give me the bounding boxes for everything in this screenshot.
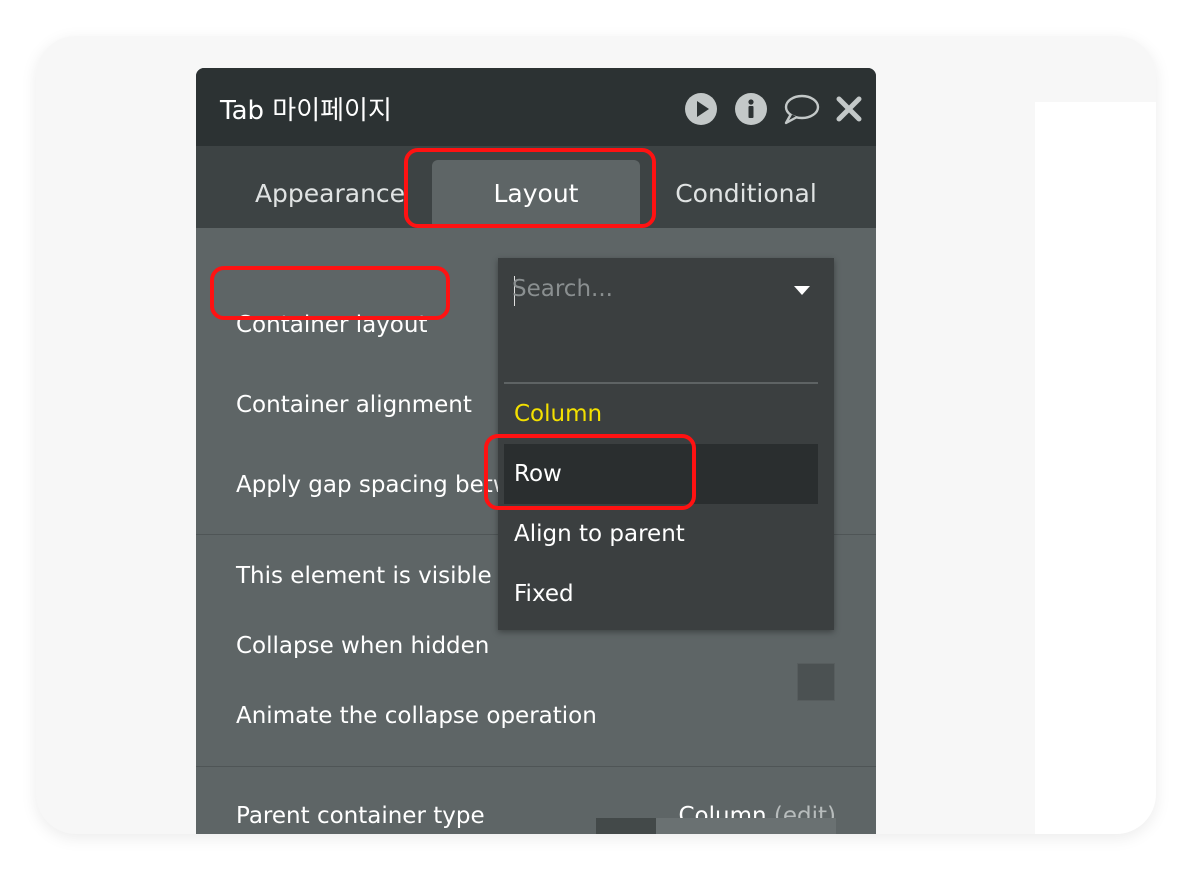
tab-layout[interactable]: Layout <box>432 160 640 228</box>
option-row[interactable]: Row <box>504 444 818 504</box>
option-column[interactable]: Column <box>504 384 818 444</box>
close-icon[interactable] <box>834 92 864 126</box>
tab-appearance[interactable]: Appearance <box>230 160 430 228</box>
container-alignment-label: Container alignment <box>236 392 472 418</box>
partial-control[interactable] <box>596 818 656 834</box>
section-divider <box>196 766 876 767</box>
dropdown-search-input[interactable] <box>512 276 762 302</box>
chevron-down-icon[interactable] <box>794 286 810 295</box>
collapse-hidden-label: Collapse when hidden <box>236 633 490 659</box>
visible-on-load-label: This element is visible o <box>236 563 514 589</box>
screenshot-card: Tab 마이페이지 Appearance Layout Conditional <box>36 36 1156 834</box>
option-fixed[interactable]: Fixed <box>504 564 818 624</box>
container-layout-dropdown[interactable]: Column Row Align to parent Fixed <box>498 258 834 630</box>
container-layout-label: Container layout <box>236 312 428 338</box>
info-icon[interactable] <box>734 92 768 126</box>
gap-spacing-label: Apply gap spacing betw <box>236 472 512 498</box>
tab-conditional[interactable]: Conditional <box>644 160 848 228</box>
option-align-to-parent[interactable]: Align to parent <box>504 504 818 564</box>
parent-container-type-label: Parent container type <box>236 803 485 829</box>
property-editor-panel: Tab 마이페이지 Appearance Layout Conditional <box>196 68 876 834</box>
partial-control[interactable] <box>656 818 836 834</box>
comment-icon[interactable] <box>782 92 820 126</box>
panel-title: Tab 마이페이지 <box>220 96 392 126</box>
tab-bar: Appearance Layout Conditional <box>196 146 876 228</box>
panel-header: Tab 마이페이지 <box>196 68 876 146</box>
animate-collapse-checkbox[interactable] <box>797 663 835 701</box>
animate-collapse-label: Animate the collapse operation <box>236 703 597 729</box>
play-icon[interactable] <box>684 92 718 126</box>
canvas-background <box>1035 102 1156 834</box>
